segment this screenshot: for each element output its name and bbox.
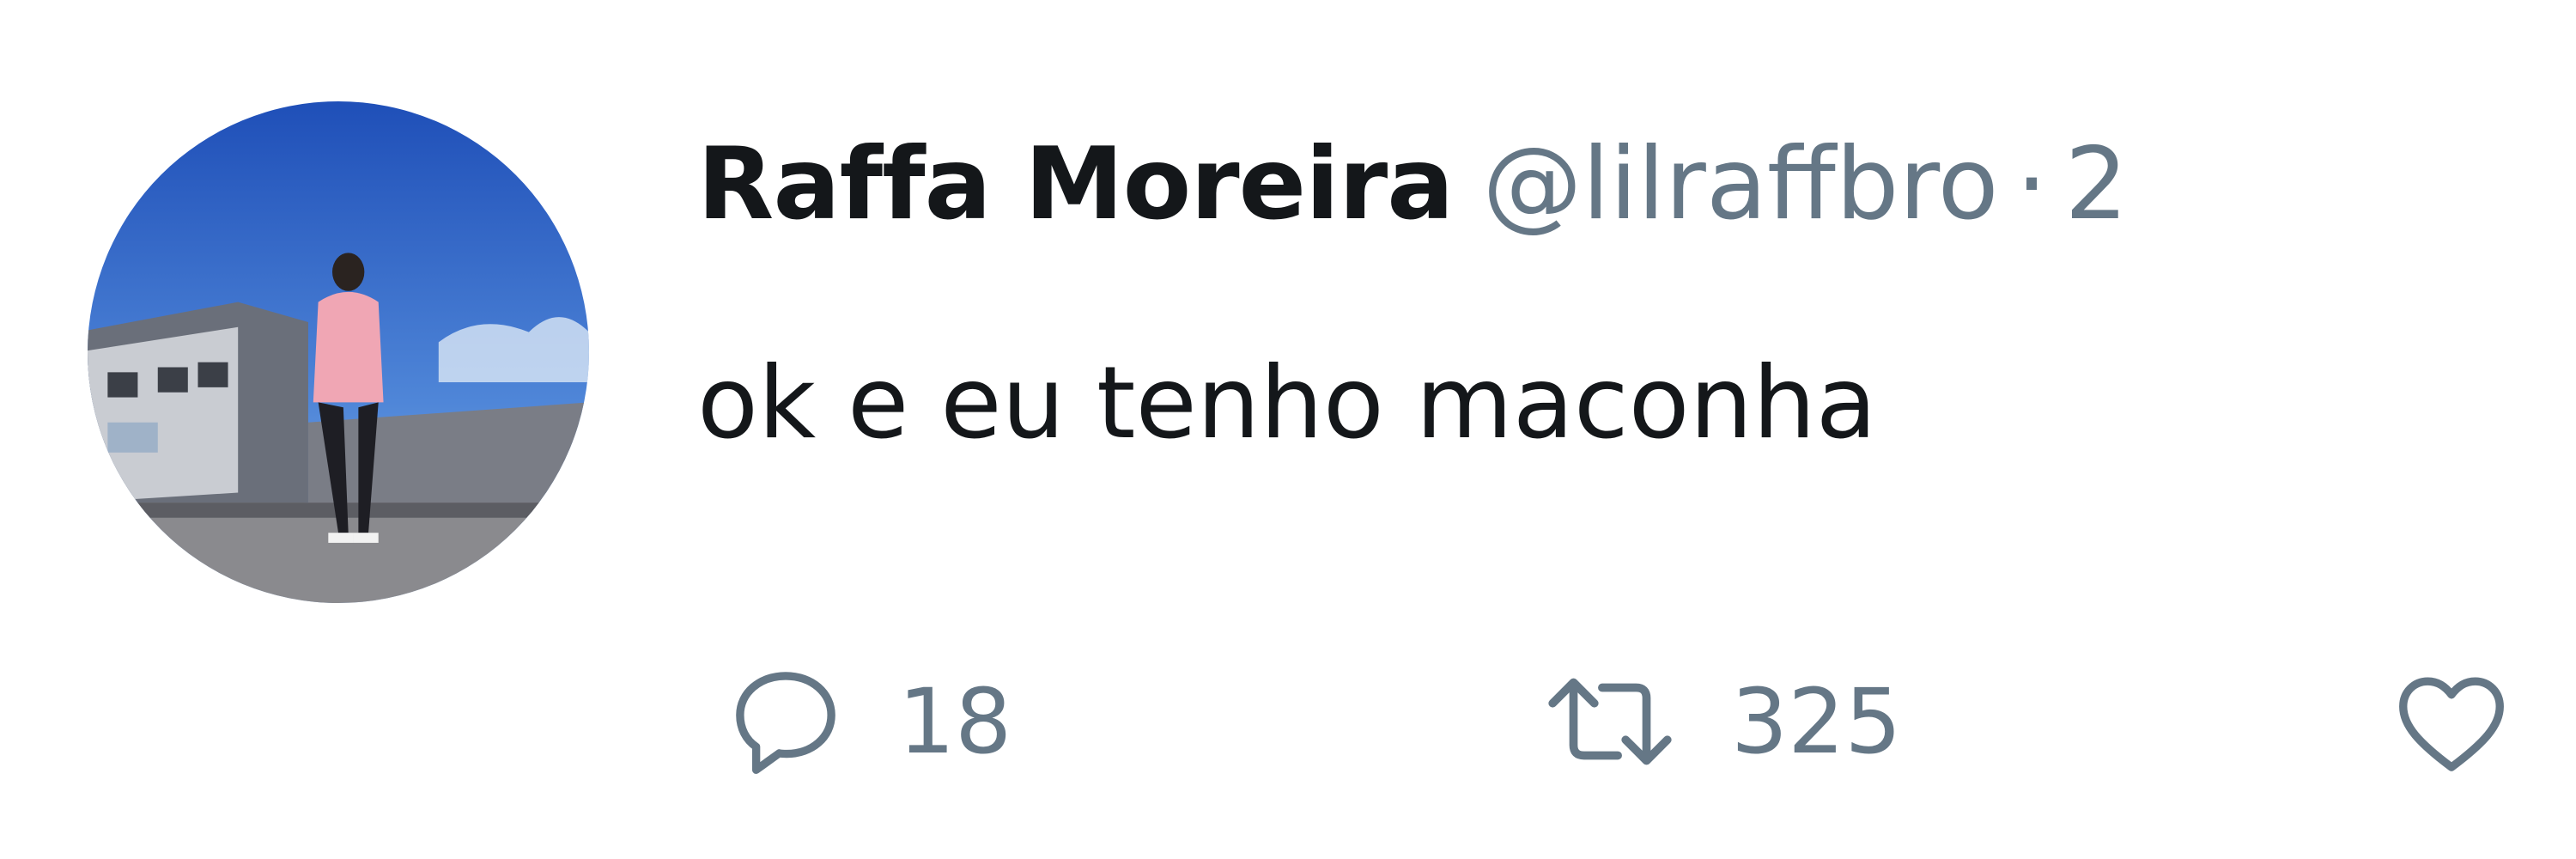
- reply-button[interactable]: 18: [721, 657, 1012, 786]
- tweet-header: Raffa Moreira @lilraffbro · 2: [697, 112, 2576, 258]
- timestamp[interactable]: 2: [2064, 126, 2128, 242]
- retweet-button[interactable]: 325: [1537, 657, 1902, 786]
- tweet: Raffa Moreira @lilraffbro · 2 ok e eu tenho…: [0, 0, 2576, 859]
- retweet-count: 325: [1731, 669, 1902, 774]
- header-separator: ·: [2015, 126, 2048, 242]
- retweet-icon: [1548, 678, 1672, 765]
- tweet-actions: 18 325: [721, 657, 2576, 786]
- reply-count: 18: [898, 669, 1012, 774]
- user-handle[interactable]: @lilraffbro: [1482, 126, 1998, 242]
- heart-icon: [2399, 677, 2504, 771]
- tweet-text: ok e eu tenho maconha: [697, 345, 1877, 461]
- avatar-photo: [88, 101, 589, 603]
- reply-icon: [736, 672, 835, 774]
- display-name[interactable]: Raffa Moreira: [697, 126, 1454, 242]
- avatar[interactable]: [88, 101, 589, 603]
- like-button[interactable]: [2387, 657, 2564, 786]
